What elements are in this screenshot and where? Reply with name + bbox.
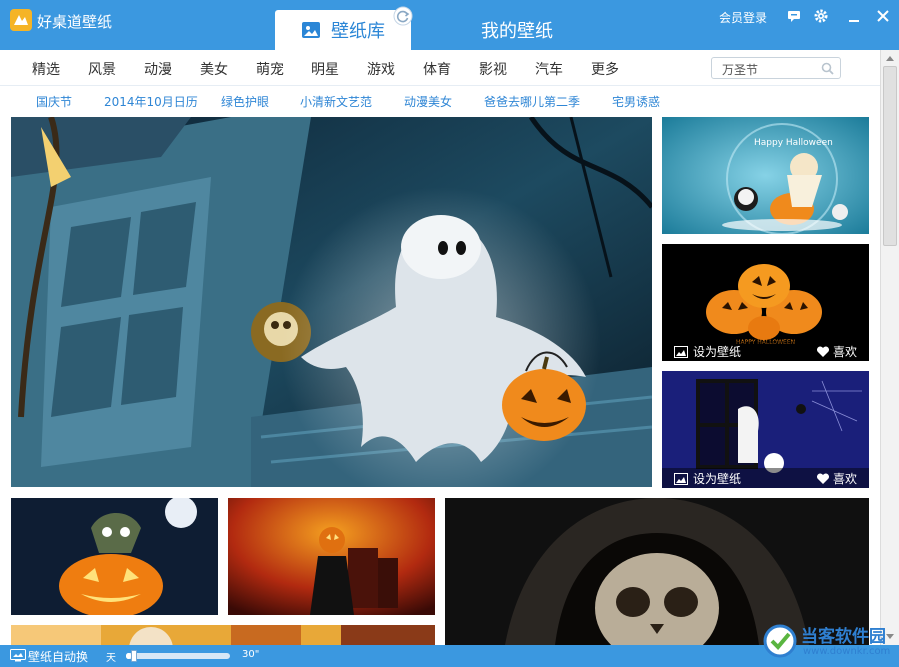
hot-tag[interactable]: 小清新文艺范 [300,93,372,110]
member-login-link[interactable]: 会员登录 [719,9,767,26]
scrollbar-thumb[interactable] [883,66,897,246]
slider-thumb[interactable] [131,650,138,662]
scroll-up-icon[interactable] [884,53,896,63]
pumpkin-monster-image [11,498,218,615]
interval-slider[interactable] [126,650,230,662]
wallpaper-auto-icon[interactable] [10,649,26,662]
tile-action-bar: 设为壁纸 喜欢 [662,341,869,361]
slider-max-label: 30" [242,649,260,660]
pumpkin-head-image [228,498,435,615]
title-bar: 好桌道壁纸 壁纸库 我的壁纸 会员登录 [0,0,899,50]
tile-caption: Happy Halloween [754,138,833,148]
set-wallpaper-label: 设为壁纸 [693,472,742,486]
tab-my-wallpapers[interactable]: 我的壁纸 [447,10,587,50]
tile-action-bar: 设为壁纸 喜欢 [662,468,869,488]
hot-tags-bar: 国庆节 2014年10月日历 绿色护眼 小清新文艺范 动漫美女 爸爸去哪儿第二季… [0,87,880,115]
like-label: 喜欢 [832,472,857,486]
search-icon[interactable] [821,62,834,75]
site-logo-icon [763,624,797,658]
close-icon[interactable] [875,8,891,24]
category-item[interactable]: 更多 [591,59,619,79]
category-item[interactable]: 游戏 [367,59,395,79]
hot-tag[interactable]: 爸爸去哪儿第二季 [484,93,580,110]
hot-tag[interactable]: 绿色护眼 [221,93,269,110]
category-item[interactable]: 体育 [423,59,451,79]
set-wallpaper-button[interactable]: 设为壁纸 [674,470,741,487]
search-input-value: 万圣节 [722,63,759,77]
site-watermark: 当客软件园 www.downkr.com [763,622,899,667]
like-button[interactable]: 喜欢 [816,470,857,487]
like-button[interactable]: 喜欢 [816,343,857,360]
category-item[interactable]: 影视 [479,59,507,79]
vertical-scrollbar[interactable] [880,50,899,645]
set-wallpaper-button[interactable]: 设为壁纸 [674,343,741,360]
wallpaper-tile[interactable] [11,498,218,615]
tab-wallpaper-library[interactable]: 壁纸库 [275,10,411,50]
wallpaper-tile[interactable] [228,498,435,615]
hot-tag[interactable]: 宅男诱惑 [612,93,660,110]
category-item[interactable]: 精选 [32,59,60,79]
watermark-url: www.downkr.com [803,646,891,657]
category-item[interactable]: 明星 [311,59,339,79]
hot-tag[interactable]: 国庆节 [36,93,72,110]
tab-label: 我的壁纸 [481,21,553,42]
wallpaper-tile[interactable] [11,625,435,645]
category-item[interactable]: 动漫 [144,59,172,79]
ghost-wallpaper-image [11,117,652,487]
minimize-icon[interactable] [846,8,862,24]
happy-halloween-image: Happy Halloween [662,117,869,234]
wallpaper-tile[interactable]: 设为壁纸 喜欢 [662,371,869,488]
category-item[interactable]: 萌宠 [256,59,284,79]
cartoon-wallpaper-image [11,625,435,645]
heart-icon [816,472,829,484]
category-nav: 精选 风景 动漫 美女 萌宠 明星 游戏 体育 影视 汽车 更多 万圣节 [0,50,880,86]
heart-icon [816,345,829,357]
hot-tag[interactable]: 2014年10月日历 [104,93,198,110]
wallpaper-tile[interactable]: Happy Halloween [662,117,869,234]
category-item[interactable]: 风景 [88,59,116,79]
category-item[interactable]: 美女 [200,59,228,79]
slider-min-label: 天 [106,653,116,664]
gear-icon[interactable] [813,8,829,24]
app-logo-icon [10,9,32,31]
watermark-name: 当客软件园 [801,627,886,647]
hot-tag[interactable]: 动漫美女 [404,93,452,110]
wallpaper-gallery: Happy Halloween HAPPY HALLOWEEN 设为壁纸 喜欢 … [0,115,880,645]
picture-icon [674,472,688,485]
search-input[interactable]: 万圣节 [711,57,841,79]
wallpaper-tile-featured[interactable] [11,117,652,487]
wallpaper-tile[interactable]: HAPPY HALLOWEEN 设为壁纸 喜欢 [662,244,869,361]
picture-icon [674,345,688,358]
set-wallpaper-label: 设为壁纸 [693,345,742,359]
auto-change-toggle[interactable]: 壁纸自动换 [28,648,88,665]
app-title: 好桌道壁纸 [37,13,113,31]
message-icon[interactable] [786,8,802,24]
refresh-icon[interactable] [393,6,413,26]
picture-icon [302,22,320,38]
category-item[interactable]: 汽车 [535,59,563,79]
like-label: 喜欢 [832,345,857,359]
tab-label: 壁纸库 [331,21,385,42]
